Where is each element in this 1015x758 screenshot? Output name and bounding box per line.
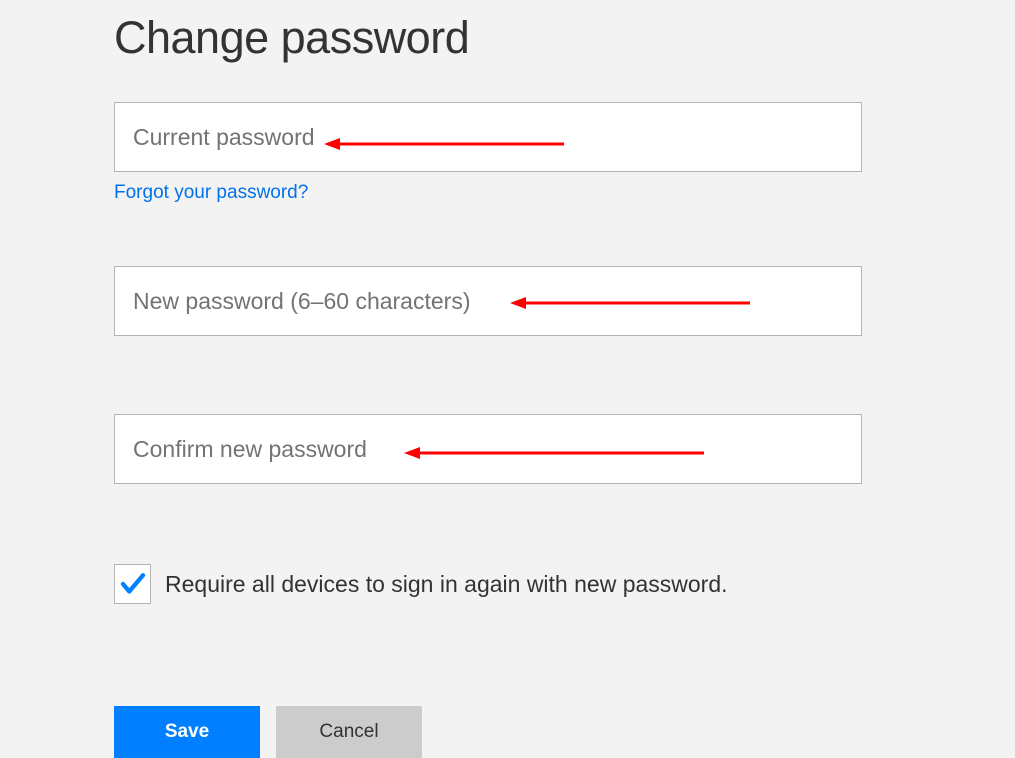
require-signin-checkbox[interactable] (114, 564, 151, 604)
forgot-password-link[interactable]: Forgot your password? (114, 182, 308, 204)
save-button[interactable]: Save (114, 706, 260, 758)
new-password-input[interactable] (114, 266, 862, 336)
cancel-button[interactable]: Cancel (276, 706, 422, 758)
checkmark-icon (118, 569, 148, 599)
require-signin-label: Require all devices to sign in again wit… (165, 571, 728, 598)
page-title: Change password (114, 12, 862, 64)
confirm-password-input[interactable] (114, 414, 862, 484)
current-password-input[interactable] (114, 102, 862, 172)
